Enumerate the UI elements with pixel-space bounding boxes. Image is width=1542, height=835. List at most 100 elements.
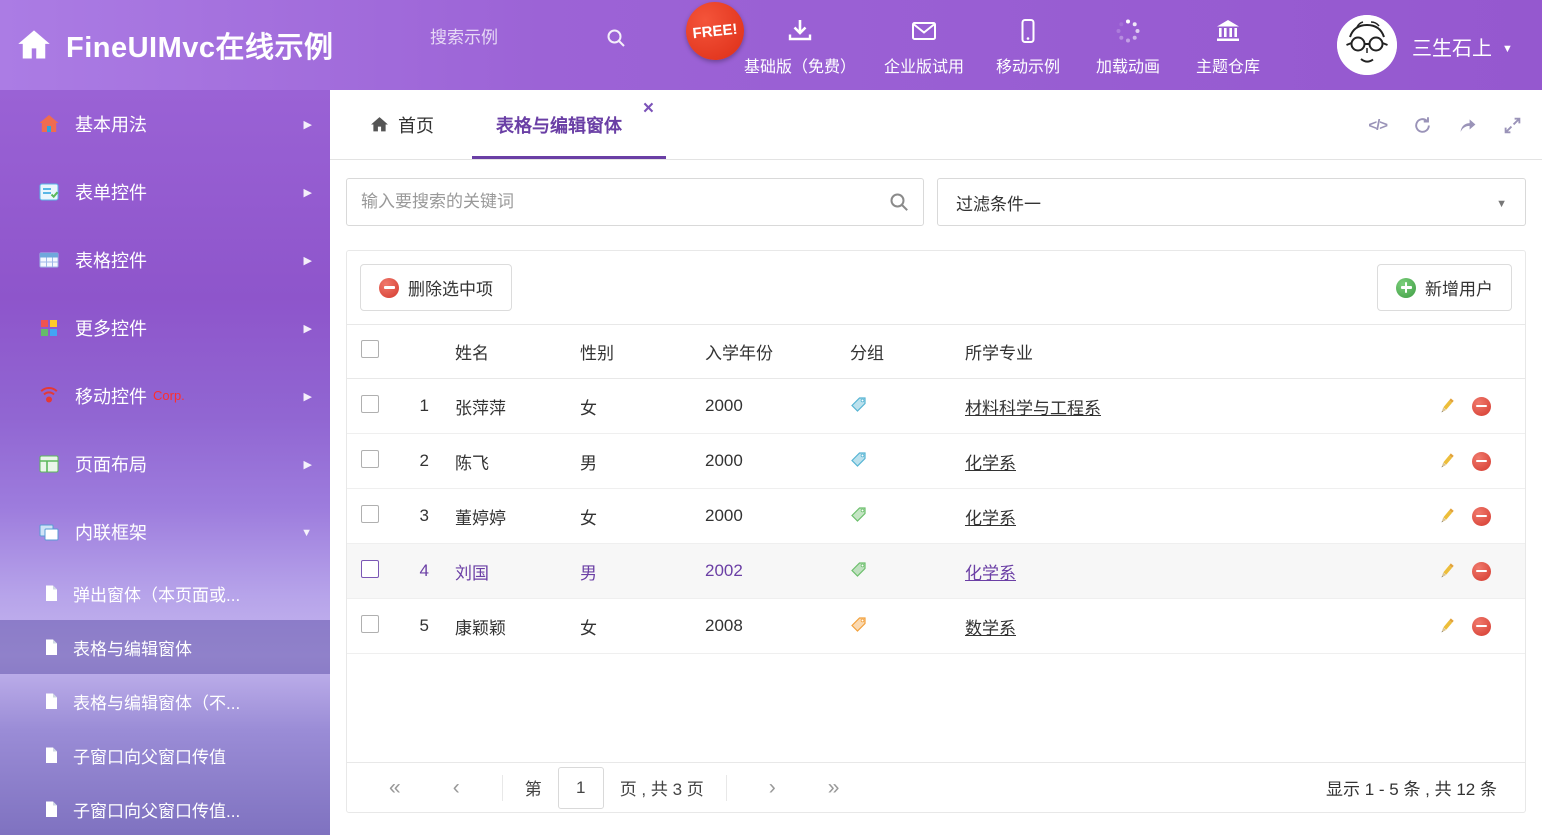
sidebar-subitem-label: 表格与编辑窗体 — [73, 635, 192, 660]
page-number-input[interactable]: 1 — [558, 767, 604, 809]
edit-icon[interactable] — [1437, 452, 1456, 471]
cell-name: 董婷婷 — [437, 504, 562, 529]
nav-label: 移动示例 — [996, 53, 1060, 77]
user-avatar[interactable] — [1337, 15, 1397, 75]
sidebar-subitem-popup-window[interactable]: 弹出窗体（本页面或... — [0, 566, 330, 620]
column-header-year[interactable]: 入学年份 — [687, 339, 832, 364]
row-checkbox[interactable] — [361, 395, 379, 413]
delete-icon[interactable] — [1472, 452, 1491, 471]
column-header-group[interactable]: 分组 — [832, 339, 947, 364]
sidebar-item-grid-controls[interactable]: 表格控件 — [0, 226, 330, 294]
keyword-search-input[interactable] — [361, 192, 889, 212]
column-header-name[interactable]: 姓名 — [437, 339, 562, 364]
close-icon[interactable] — [643, 98, 654, 120]
nav-mobile-demo[interactable]: 移动示例 — [978, 12, 1078, 77]
row-checkbox[interactable] — [361, 615, 379, 633]
chevron-right-icon — [304, 115, 312, 133]
major-link[interactable]: 化学系 — [965, 564, 1016, 583]
divider — [502, 775, 503, 801]
prev-page-button[interactable] — [427, 777, 486, 798]
header-search-input[interactable] — [430, 28, 590, 48]
cell-year: 2000 — [687, 451, 832, 471]
add-button-label: 新增用户 — [1425, 275, 1493, 300]
column-header-gender[interactable]: 性别 — [562, 339, 687, 364]
sidebar-subitem-child-to-parent[interactable]: 子窗口向父窗口传值 — [0, 728, 330, 782]
sidebar-subitem-grid-edit-window-2[interactable]: 表格与编辑窗体（不... — [0, 674, 330, 728]
nav-theme-store[interactable]: 主题仓库 — [1178, 12, 1278, 77]
filter-dropdown[interactable]: 过滤条件一 — [937, 178, 1526, 226]
chevron-down-icon — [1502, 35, 1513, 58]
sidebar-item-basic-usage[interactable]: 基本用法 — [0, 90, 330, 158]
bank-icon — [1215, 12, 1241, 44]
plus-circle-icon — [1396, 278, 1416, 298]
edit-icon[interactable] — [1437, 397, 1456, 416]
sidebar-item-form-controls[interactable]: 表单控件 — [0, 158, 330, 226]
tag-icon — [850, 450, 868, 468]
tab-grid-edit-window[interactable]: 表格与编辑窗体 — [472, 90, 666, 159]
tab-home[interactable]: 首页 — [346, 90, 458, 159]
table-row[interactable]: 3 董婷婷 女 2000 化学系 — [347, 489, 1525, 544]
home-icon — [38, 113, 60, 135]
row-checkbox[interactable] — [361, 505, 379, 523]
major-link[interactable]: 数学系 — [965, 619, 1016, 638]
search-icon[interactable] — [889, 192, 909, 212]
sidebar-item-mobile-controls[interactable]: 移动控件 Corp. — [0, 362, 330, 430]
row-checkbox[interactable] — [361, 560, 379, 578]
column-header-major[interactable]: 所学专业 — [947, 339, 1415, 364]
sidebar-item-label: 更多控件 — [75, 315, 147, 341]
nav-loading-animation[interactable]: 加载动画 — [1078, 12, 1178, 77]
row-checkbox[interactable] — [361, 450, 379, 468]
code-icon[interactable] — [1368, 117, 1387, 134]
edit-icon[interactable] — [1437, 617, 1456, 636]
app-logo[interactable]: FineUIMvc在线示例 — [16, 24, 334, 66]
envelope-icon — [911, 12, 937, 44]
cell-name: 刘国 — [437, 559, 562, 584]
last-page-button[interactable] — [802, 777, 866, 798]
select-all-checkbox[interactable] — [361, 340, 379, 358]
nav-enterprise-trial[interactable]: 企业版试用 — [870, 12, 978, 77]
chevron-down-icon — [1496, 192, 1507, 212]
refresh-icon[interactable] — [1413, 116, 1432, 135]
file-icon — [42, 800, 60, 818]
sidebar-item-more-controls[interactable]: 更多控件 — [0, 294, 330, 362]
delete-icon[interactable] — [1472, 507, 1491, 526]
user-menu[interactable]: 三生石上 — [1412, 32, 1513, 61]
table-row[interactable]: 5 康颖颖 女 2008 数学系 — [347, 599, 1525, 654]
table-header-row: 姓名 性别 入学年份 分组 所学专业 — [347, 324, 1525, 379]
sidebar-item-label: 内联框架 — [75, 519, 147, 545]
major-link[interactable]: 材料科学与工程系 — [965, 399, 1101, 418]
sidebar-subitem-child-to-parent-2[interactable]: 子窗口向父窗口传值... — [0, 782, 330, 835]
table-row[interactable]: 1 张萍萍 女 2000 材料科学与工程系 — [347, 379, 1525, 434]
file-icon — [42, 692, 60, 710]
table-row[interactable]: 2 陈飞 男 2000 化学系 — [347, 434, 1525, 489]
major-link[interactable]: 化学系 — [965, 509, 1016, 528]
edit-icon[interactable] — [1437, 562, 1456, 581]
share-icon[interactable] — [1458, 116, 1477, 135]
delete-selected-button[interactable]: 删除选中项 — [360, 264, 512, 311]
delete-icon[interactable] — [1472, 397, 1491, 416]
tag-icon — [850, 560, 868, 578]
delete-icon[interactable] — [1472, 562, 1491, 581]
cell-gender: 女 — [562, 504, 687, 529]
cell-year: 2008 — [687, 616, 832, 636]
add-user-button[interactable]: 新增用户 — [1377, 264, 1512, 311]
expand-icon[interactable] — [1503, 116, 1522, 135]
table-row-selected[interactable]: 4 刘国 男 2002 化学系 — [347, 544, 1525, 599]
next-page-button[interactable] — [743, 777, 802, 798]
delete-icon[interactable] — [1472, 617, 1491, 636]
main-area: 首页 表格与编辑窗体 过滤条件一 — [330, 90, 1542, 835]
nav-basic-edition[interactable]: 基础版（免费） — [730, 12, 870, 77]
sidebar-item-label: 页面布局 — [75, 451, 147, 477]
sidebar-item-page-layout[interactable]: 页面布局 — [0, 430, 330, 498]
chevron-right-icon — [304, 319, 312, 337]
major-link[interactable]: 化学系 — [965, 454, 1016, 473]
blocks-icon — [38, 317, 60, 339]
grid-empty-space — [347, 654, 1525, 762]
sidebar-item-iframe[interactable]: 内联框架 — [0, 498, 330, 566]
first-page-button[interactable] — [363, 777, 427, 798]
search-icon[interactable] — [606, 28, 626, 48]
sidebar-subitem-grid-edit-window[interactable]: 表格与编辑窗体 — [0, 620, 330, 674]
table-icon — [38, 249, 60, 271]
row-index: 4 — [395, 561, 437, 581]
edit-icon[interactable] — [1437, 507, 1456, 526]
